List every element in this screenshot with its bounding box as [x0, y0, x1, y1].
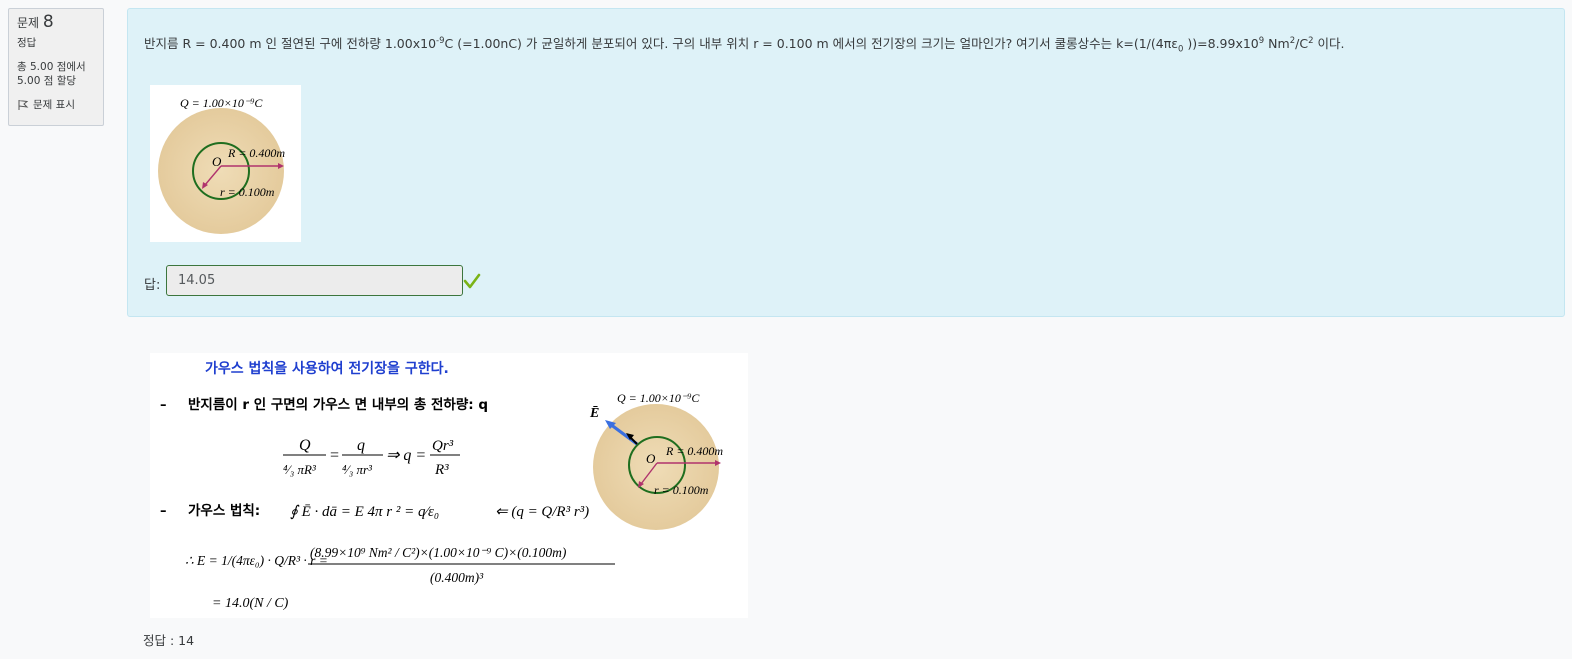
answer-label: 답:: [144, 278, 161, 293]
sphere-field-figure: Q = 1.00×10⁻⁹C Ē O R = 0.400m r = 0.100m: [589, 391, 723, 530]
svg-text:–: –: [160, 504, 167, 519]
answer-input[interactable]: 14.05: [166, 265, 463, 296]
check-icon: [463, 273, 481, 289]
svg-text:Qr³: Qr³: [432, 438, 454, 454]
question-info: 문제 8 정답 총 5.00 점에서 5.00 점 할당 문제 표시: [8, 8, 104, 126]
flag-question-label: 문제 표시: [33, 99, 75, 111]
svg-text:q: q: [357, 437, 365, 454]
solution-heading: 가우스 법칙을 사용하여 전기장을 구한다.: [205, 360, 449, 377]
question-prefix: 문제: [17, 16, 40, 30]
solution-bullet-2: 가우스 법칙:: [188, 503, 260, 519]
svg-text:(0.400m)³: (0.400m)³: [430, 570, 484, 585]
big-radius-label: R = 0.400m: [227, 146, 285, 160]
svg-text:r = 0.100m: r = 0.100m: [654, 483, 709, 497]
question-number-value: 8: [42, 12, 54, 32]
flag-icon: [18, 100, 29, 110]
question-number: 문제 8: [17, 12, 95, 32]
svg-text:⁴⁄₃ πR³: ⁴⁄₃ πR³: [283, 462, 317, 477]
svg-text:=: =: [330, 447, 339, 464]
question-state: 정답: [17, 37, 37, 49]
svg-text:Q: Q: [299, 437, 311, 454]
charge-label: Q = 1.00×10⁻⁹C: [180, 96, 263, 110]
right-answer: 정답 : 14: [143, 633, 195, 648]
svg-text:Q = 1.00×10⁻⁹C: Q = 1.00×10⁻⁹C: [617, 391, 700, 405]
svg-text:R = 0.400m: R = 0.400m: [665, 444, 723, 458]
question-grade: 총 5.00 점에서 5.00 점 할당: [17, 60, 95, 88]
svg-text:⁴⁄₃ πr³: ⁴⁄₃ πr³: [342, 462, 373, 477]
svg-text:–: –: [160, 398, 167, 413]
field-vector-label: Ē: [589, 405, 599, 421]
svg-text:⇒ q =: ⇒ q =: [386, 447, 426, 464]
svg-text:R³: R³: [434, 462, 449, 478]
flag-question-button[interactable]: 문제 표시: [17, 98, 95, 112]
svg-text:O: O: [646, 451, 656, 466]
field-result-equation: ∴ E = 1/(4πε₀) · Q/R³ · r = (8.99×10⁹ Nm…: [185, 545, 615, 611]
svg-text:∴ E = 1/(4πε₀) · Q/R³ · r =: ∴ E = 1/(4πε₀) · Q/R³ · r =: [185, 553, 328, 568]
grade-line-1: 총 5.00 점에서: [17, 61, 86, 73]
gauss-law-hint: ⇐ (q = Q/R³ r³): [495, 504, 589, 520]
svg-text:(8.99×10⁹ Nm² / C²)×(1.00×10⁻⁹: (8.99×10⁹ Nm² / C²)×(1.00×10⁻⁹ C)×(0.100…: [310, 545, 567, 560]
solution-figure: 가우스 법칙을 사용하여 전기장을 구한다. – 반지름이 r 인 구면의 가우…: [150, 353, 748, 618]
center-label: O: [212, 154, 222, 169]
gauss-law-equation: ∮ Ē · dā = E 4π r ² = q⁄ε₀: [290, 504, 439, 520]
grade-line-2: 5.00 점 할당: [17, 75, 77, 87]
solution-bullet-1: 반지름이 r 인 구면의 가우스 면 내부의 총 전하량: q: [188, 396, 488, 413]
insulating-sphere: [158, 108, 284, 234]
sphere-figure: Q = 1.00×10⁻⁹C O R = 0.400m r = 0.100m: [150, 85, 301, 242]
question-text: 반지름 R = 0.400 m 인 절연된 구에 전하량 1.00x10-9C …: [144, 35, 1345, 55]
question-formulation: 반지름 R = 0.400 m 인 절연된 구에 전하량 1.00x10-9C …: [127, 8, 1565, 317]
svg-text:= 14.0(N / C): = 14.0(N / C): [212, 596, 289, 611]
small-radius-label: r = 0.100m: [220, 185, 275, 199]
charge-ratio-equation: Q ⁴⁄₃ πR³ = q ⁴⁄₃ πr³ ⇒ q = Qr³ R³: [283, 437, 460, 478]
